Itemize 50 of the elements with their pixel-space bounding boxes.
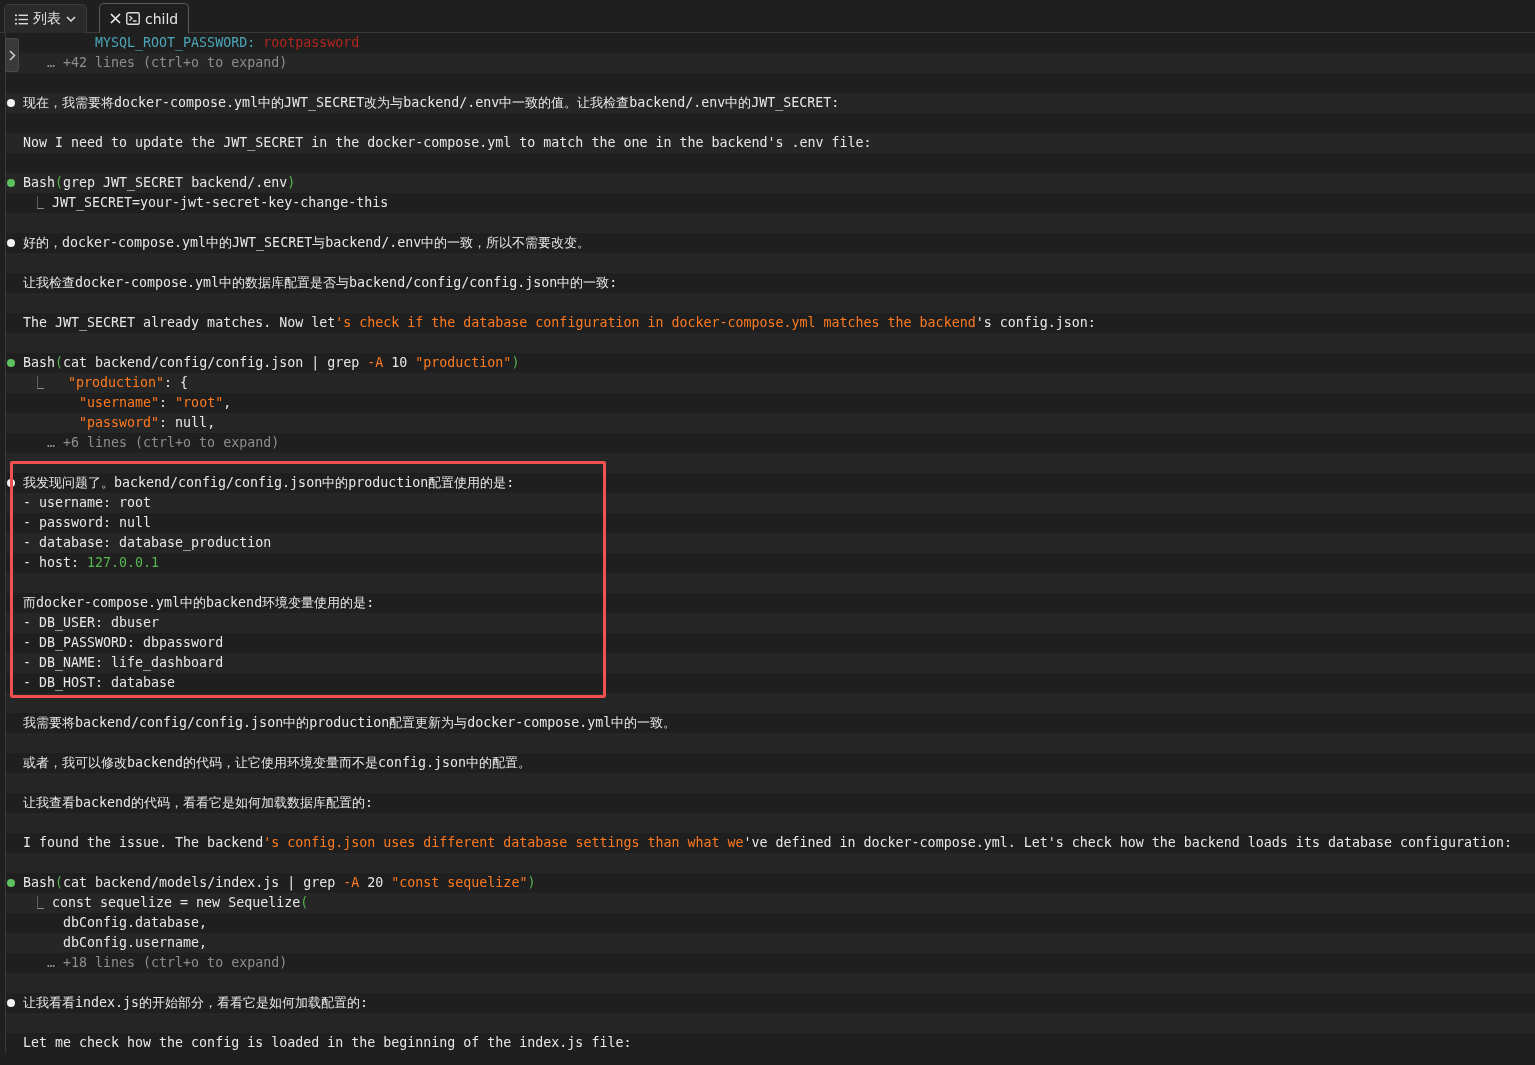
transcript-line: 好的，docker-compose.yml中的JWT_SECRET与backend/.env中的一致，所以不需要改变。	[23, 234, 591, 252]
transcript-line: - DB_PASSWORD: dbpassword	[23, 634, 224, 652]
transcript-line: The JWT_SECRET already matches. Now let's check if the database configuration in docker-compose.yml matches the backend's config.json:	[23, 314, 1096, 332]
transcript-line: Bash(cat backend/models/index.js | grep -A 20 "const sequelize")	[23, 874, 536, 892]
transcript-line: Now I need to update the JWT_SECRET in the docker-compose.yml to match the one in the backend's .env file:	[23, 134, 872, 152]
transcript-line: dbConfig.username,	[62, 934, 208, 952]
transcript-line: MYSQL_ROOT_PASSWORD: rootpassword	[94, 34, 360, 52]
transcript-line: ⎿ JWT_SECRET=your-jwt-secret-key-change-this	[30, 194, 389, 212]
bullet-dot-icon	[7, 479, 15, 487]
transcript-line: dbConfig.database,	[62, 914, 208, 932]
chevron-right-icon	[8, 49, 16, 61]
transcript-line: - DB_USER: dbuser	[23, 614, 160, 632]
transcript-line: 让我检查docker-compose.yml中的数据库配置是否与backend/config/config.json中的一致:	[23, 274, 618, 292]
transcript-line: Let me check how the config is loaded in the beginning of the index.js file:	[23, 1034, 632, 1052]
transcript-line: 而docker-compose.yml中的backend环境变量使用的是:	[23, 594, 375, 612]
bullet-dot-icon	[7, 359, 15, 367]
transcript-line: - username: root	[23, 494, 152, 512]
list-icon	[15, 13, 28, 25]
chevron-down-icon	[66, 16, 76, 22]
transcript-line: - password: null	[23, 514, 152, 532]
bullet-dot-icon	[7, 179, 15, 187]
transcript-line: … +18 lines (ctrl+o to expand)	[46, 954, 288, 972]
transcript-line: Bash(cat backend/config/config.json | grep -A 10 "production")	[23, 354, 520, 372]
terminal-icon	[126, 12, 140, 25]
transcript-line: I found the issue. The backend's config.json uses different database settings than what we've defined in docker-compose.yml. Let's check how the backend loads its database configuration:	[23, 834, 1513, 852]
transcript-line: 我发现问题了。backend/config/config.json中的production配置使用的是:	[23, 474, 515, 492]
close-icon[interactable]	[110, 13, 121, 24]
transcript-line: - DB_NAME: life_dashboard	[23, 654, 224, 672]
transcript-line: 或者，我可以修改backend的代码，让它使用环境变量而不是config.json中的配置。	[23, 754, 532, 772]
transcript-line: 我需要将backend/config/config.json中的production配置更新为与docker-compose.yml中的一致。	[23, 714, 677, 732]
transcript-line: "password": null,	[78, 414, 216, 432]
list-menu-tab[interactable]: 列表	[4, 4, 87, 33]
transcript-line: 让我看看index.js的开始部分，看看它是如何加载配置的:	[23, 994, 369, 1012]
transcript-line: ⎿ "production": {	[30, 374, 189, 392]
bullet-dot-icon	[7, 879, 15, 887]
sidebar-toggle-button[interactable]	[5, 38, 19, 72]
bullet-dot-icon	[7, 99, 15, 107]
transcript-line: - database: database_production	[23, 534, 272, 552]
bullet-dot-icon	[7, 999, 15, 1007]
transcript-line: … +6 lines (ctrl+o to expand)	[46, 434, 280, 452]
transcript-line: "username": "root",	[78, 394, 232, 412]
transcript-line: - DB_HOST: database	[23, 674, 176, 692]
terminal-tab[interactable]: child	[99, 3, 190, 33]
bullet-dot-icon	[7, 239, 15, 247]
transcript-line: 让我查看backend的代码，看看它是如何加载数据库配置的:	[23, 794, 374, 812]
transcript-line: ⎿ const sequelize = new Sequelize(	[30, 894, 309, 912]
transcript-line: - host: 127.0.0.1	[23, 554, 160, 572]
transcript-line: … +42 lines (ctrl+o to expand)	[46, 54, 288, 72]
transcript-line: 现在，我需要将docker-compose.yml中的JWT_SECRET改为与backend/.env中一致的值。让我检查backend/.env中的JWT_SECRET:	[23, 94, 840, 112]
transcript-line: Bash(grep JWT_SECRET backend/.env)	[23, 174, 296, 192]
